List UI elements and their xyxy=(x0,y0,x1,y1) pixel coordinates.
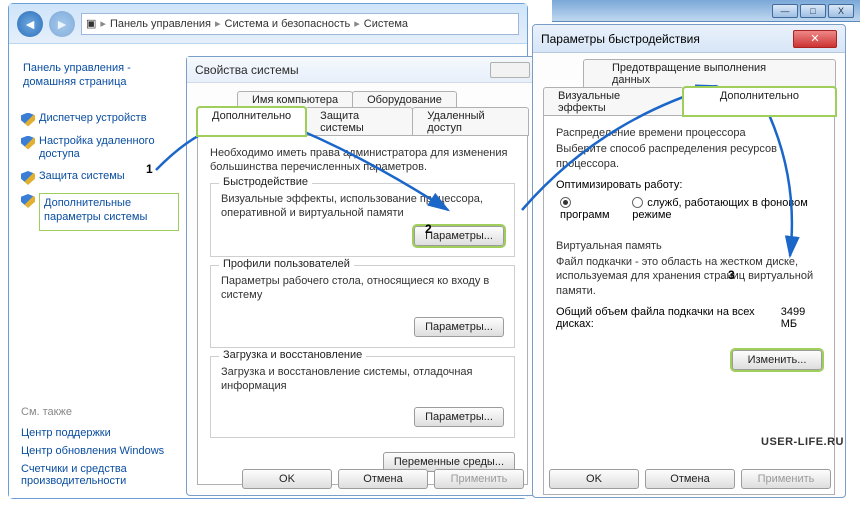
callout-3: 3 xyxy=(728,268,735,282)
group-performance: Быстродействие Визуальные эффекты, испол… xyxy=(210,183,515,258)
sidebar-item-remote[interactable]: Настройка удаленного доступа xyxy=(21,133,181,167)
ok-button[interactable]: OK xyxy=(242,469,332,489)
group-startup-recovery: Загрузка и восстановление Загрузка и вос… xyxy=(210,356,515,439)
tab-hardware[interactable]: Оборудование xyxy=(352,91,457,108)
group-title: Загрузка и восстановление xyxy=(219,349,366,361)
optimize-label: Оптимизировать работу: xyxy=(556,179,822,191)
sidebar-item-label: Дополнительные параметры системы xyxy=(39,193,179,231)
dialog-title-text: Свойства системы xyxy=(195,63,299,77)
shield-icon xyxy=(21,136,35,150)
breadcrumb-seg[interactable]: Панель управления xyxy=(110,18,211,30)
tab-advanced[interactable]: Дополнительно xyxy=(197,107,306,136)
dialog-title-text: Параметры быстродействия xyxy=(541,32,700,46)
breadcrumb-seg[interactable]: Система xyxy=(364,18,408,30)
minimize-button[interactable]: — xyxy=(772,4,798,18)
close-button[interactable]: X xyxy=(828,4,854,18)
ok-button[interactable]: OK xyxy=(549,469,639,489)
vm-total-value: 3499 МБ xyxy=(781,306,822,330)
sidebar-home-link[interactable]: Панель управления - домашняя страница xyxy=(21,58,181,96)
vm-total-label: Общий объем файла подкачки на всех диска… xyxy=(556,306,781,330)
sidebar-item-protection[interactable]: Защита системы xyxy=(21,168,181,189)
maximize-button[interactable]: □ xyxy=(800,4,826,18)
tab-dep[interactable]: Предотвращение выполнения данных xyxy=(583,59,836,88)
group-title: Быстродействие xyxy=(219,176,312,188)
system-properties-dialog: Свойства системы Имя компьютера Оборудов… xyxy=(186,56,539,496)
sidebar-footer-link[interactable]: Счетчики и средства производительности xyxy=(21,460,181,490)
tab-remote[interactable]: Удаленный доступ xyxy=(412,107,529,136)
startup-recovery-settings-button[interactable]: Параметры... xyxy=(414,407,504,427)
explorer-header: ◄ ► ▣ ▸ Панель управления ▸ Система и бе… xyxy=(9,4,527,44)
dialog-title-bar: Свойства системы xyxy=(187,57,538,83)
group-text: Визуальные эффекты, использование процес… xyxy=(221,192,504,221)
sched-text: Выберите способ распределения ресурсов п… xyxy=(556,142,822,171)
tab-advanced[interactable]: Дополнительно xyxy=(683,87,836,116)
window-title-bar: — □ X xyxy=(552,0,860,22)
change-button[interactable]: Изменить... xyxy=(732,350,822,370)
breadcrumb-seg[interactable]: Система и безопасность xyxy=(225,18,351,30)
radio-programs[interactable]: программ xyxy=(560,197,616,221)
performance-options-dialog: Параметры быстродействия ✕ Предотвращени… xyxy=(532,24,846,498)
group-title: Профили пользователей xyxy=(219,258,354,270)
chevron-right-icon: ▸ xyxy=(100,17,106,30)
radio-icon xyxy=(632,197,643,208)
apply-button[interactable]: Применить xyxy=(741,469,831,489)
user-profiles-settings-button[interactable]: Параметры... xyxy=(414,317,504,337)
dialog-close-button[interactable] xyxy=(490,62,530,78)
sidebar: Панель управления - домашняя страница Ди… xyxy=(9,44,185,498)
breadcrumb-icon: ▣ xyxy=(86,17,96,30)
dialog-buttons: OK Отмена Применить xyxy=(242,469,524,489)
vm-text: Файл подкачки - это область на жестком д… xyxy=(556,255,822,298)
callout-1: 1 xyxy=(146,162,153,176)
tab-visual-effects[interactable]: Визуальные эффекты xyxy=(543,87,684,116)
tab-system-protection[interactable]: Защита системы xyxy=(305,107,413,136)
sidebar-item-label: Защита системы xyxy=(39,170,125,184)
nav-back-button[interactable]: ◄ xyxy=(17,11,43,37)
tab-panel: Необходимо иметь права администратора дл… xyxy=(197,135,528,485)
nav-forward-button[interactable]: ► xyxy=(49,11,75,37)
vm-hdr: Виртуальная память xyxy=(556,239,822,253)
sidebar-footer-link[interactable]: Центр обновления Windows xyxy=(21,442,181,460)
sidebar-footer-link[interactable]: Центр поддержки xyxy=(21,424,181,442)
sidebar-item-label: Диспетчер устройств xyxy=(39,112,147,126)
group-text: Параметры рабочего стола, относящиеся ко… xyxy=(221,274,504,303)
dialog-title-bar: Параметры быстродействия ✕ xyxy=(533,25,845,53)
apply-button[interactable]: Применить xyxy=(434,469,524,489)
sidebar-item-advanced[interactable]: Дополнительные параметры системы xyxy=(21,191,181,235)
tab-computer-name[interactable]: Имя компьютера xyxy=(237,91,353,108)
watermark: USER-LIFE.RU xyxy=(761,436,844,448)
sidebar-footer: См. также Центр поддержки Центр обновлен… xyxy=(21,398,181,490)
admin-note: Необходимо иметь права администратора дл… xyxy=(210,146,515,175)
chevron-right-icon: ▸ xyxy=(215,17,221,30)
cancel-button[interactable]: Отмена xyxy=(645,469,735,489)
group-text: Загрузка и восстановление системы, отлад… xyxy=(221,365,504,394)
sched-hdr: Распределение времени процессора xyxy=(556,126,822,140)
shield-icon xyxy=(21,171,35,185)
radio-services[interactable]: служб, работающих в фоновом режиме xyxy=(632,197,822,221)
radio-icon xyxy=(560,197,571,208)
chevron-right-icon: ▸ xyxy=(354,17,360,30)
dialog-close-button[interactable]: ✕ xyxy=(793,30,837,48)
radio-label: программ xyxy=(560,209,610,221)
breadcrumb[interactable]: ▣ ▸ Панель управления ▸ Система и безопа… xyxy=(81,13,519,35)
callout-2: 2 xyxy=(425,222,432,236)
shield-icon xyxy=(21,113,35,127)
sidebar-footer-header: См. также xyxy=(21,406,181,418)
sidebar-item-device-manager[interactable]: Диспетчер устройств xyxy=(21,110,181,131)
dialog-buttons: OK Отмена Применить xyxy=(549,469,831,489)
sidebar-item-label: Настройка удаленного доступа xyxy=(39,135,179,163)
radio-label: служб, работающих в фоновом режиме xyxy=(632,197,808,221)
group-user-profiles: Профили пользователей Параметры рабочего… xyxy=(210,265,515,348)
cancel-button[interactable]: Отмена xyxy=(338,469,428,489)
shield-icon xyxy=(21,194,35,208)
